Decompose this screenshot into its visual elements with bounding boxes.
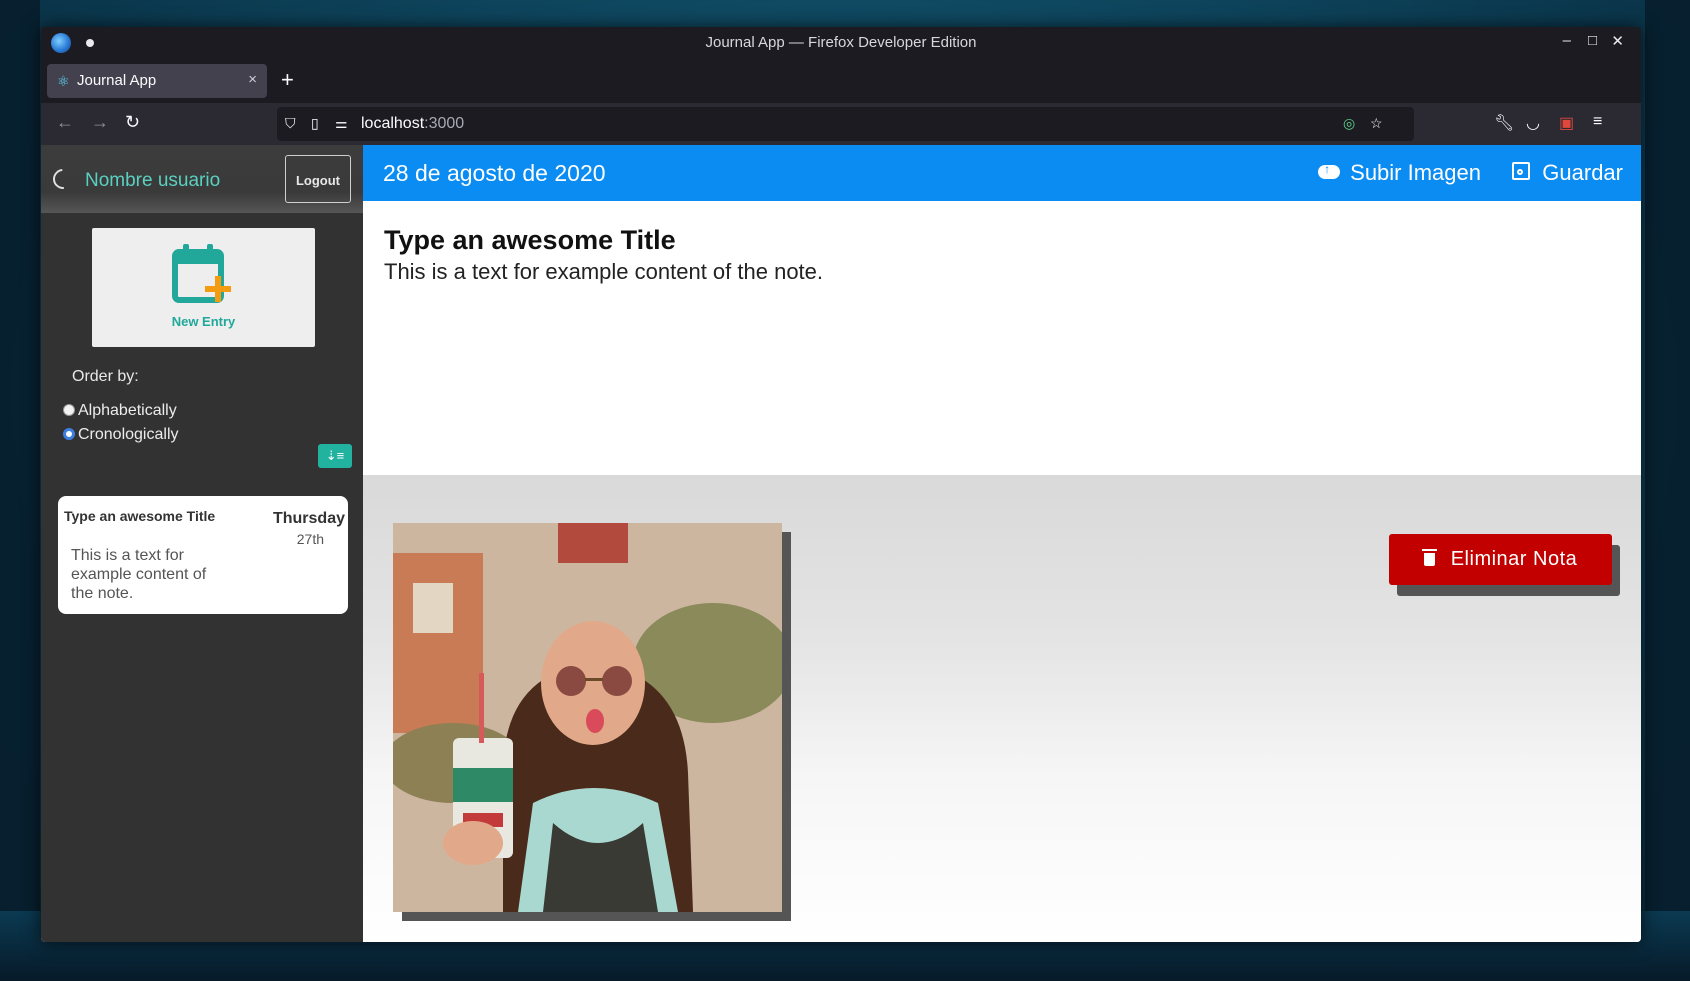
extension-target-icon[interactable]: ◎ [1343, 115, 1355, 132]
sidebar-header: Nombre usuario Logout [41, 145, 363, 213]
nav-bar: ← → ↻ ⛉ ▯ ⚌ localhost:3000 ◎ ☆ 🔧︎ ◡ ▣ ≡ [41, 103, 1641, 145]
radio-alphabetically[interactable]: Alphabetically [63, 402, 177, 420]
hamburger-menu-icon[interactable]: ≡ [1593, 113, 1602, 131]
background-tree-left [0, 0, 40, 981]
calendar-plus-icon [172, 244, 231, 303]
sort-icon: ⇣≡ [325, 448, 345, 463]
background-tree-right [1645, 0, 1690, 981]
cloud-upload-icon [1318, 162, 1341, 179]
extension-icon[interactable]: ▣ [1559, 113, 1574, 133]
entry-day: 27th [296, 531, 324, 547]
radio-label: Cronologically [78, 426, 179, 443]
pocket-icon[interactable]: ◡ [1526, 113, 1540, 133]
new-tab-button[interactable]: + [281, 67, 294, 93]
note-appbar: 28 de agosto de 2020 Subir Imagen Guarda… [363, 145, 1641, 201]
tab-journal-app[interactable]: ⚛ Journal App × [47, 64, 267, 98]
browser-window: Journal App — Firefox Developer Edition … [41, 27, 1641, 942]
username: Nombre usuario [85, 170, 221, 191]
journal-entry-card[interactable]: Type an awesome Title This is a text for… [58, 496, 348, 614]
photo-illustration [393, 523, 782, 912]
entry-day-name: Thursday [272, 510, 345, 527]
tab-label: Journal App [77, 72, 157, 89]
reload-icon[interactable]: ↻ [125, 112, 140, 133]
tab-close-icon[interactable]: × [248, 71, 257, 88]
sidebar: Nombre usuario Logout New Entry Order by… [41, 145, 363, 942]
upload-image-button[interactable]: Subir Imagen [1318, 160, 1481, 186]
logout-button[interactable]: Logout [285, 155, 351, 203]
radio-circle[interactable] [63, 404, 75, 416]
note-body-textarea[interactable]: This is a text for example content of th… [384, 259, 823, 285]
forward-arrow-icon[interactable]: → [91, 112, 109, 133]
sort-button[interactable]: ⇣≡ [318, 444, 352, 468]
tab-bar: ⚛ Journal App × + [41, 59, 1641, 103]
new-entry-button[interactable]: New Entry [92, 228, 315, 347]
note-date: 28 de agosto de 2020 [383, 160, 606, 186]
window-title: Journal App — Firefox Developer Edition [705, 34, 977, 51]
close-window-button[interactable]: ✕ [1611, 32, 1624, 50]
trash-icon [1421, 549, 1437, 566]
radio-cronologically[interactable]: Cronologically [63, 426, 179, 444]
back-arrow-icon[interactable]: ← [56, 112, 74, 133]
maximize-button[interactable]: □ [1588, 32, 1597, 49]
order-by-label: Order by: [72, 368, 139, 385]
radio-circle-selected[interactable] [63, 428, 75, 440]
url-bar[interactable]: ⛉ ▯ ⚌ localhost:3000 ◎ ☆ [277, 107, 1414, 141]
wrench-icon[interactable]: 🔧︎ [1494, 113, 1514, 133]
react-favicon-icon: ⚛ [57, 73, 70, 89]
save-button[interactable]: Guardar [1512, 160, 1623, 186]
page-icon[interactable]: ▯ [311, 115, 319, 132]
title-bar: Journal App — Firefox Developer Edition … [41, 27, 1641, 59]
floppy-disk-icon [1512, 162, 1531, 180]
note-image-area: Eliminar Nota [363, 475, 1641, 942]
entry-title: Type an awesome Title [64, 508, 216, 524]
bookmark-star-icon[interactable]: ☆ [1370, 115, 1383, 132]
entry-body: This is a text for example content of th… [71, 547, 207, 602]
page-viewport: Nombre usuario Logout New Entry Order by… [41, 145, 1641, 942]
save-label: Guardar [1542, 160, 1623, 185]
minimize-button[interactable]: – [1563, 32, 1571, 49]
radio-label: Alphabetically [78, 402, 177, 419]
delete-label: Eliminar Nota [1450, 548, 1578, 570]
note-view: 28 de agosto de 2020 Subir Imagen Guarda… [363, 145, 1641, 942]
note-title-input[interactable]: Type an awesome Title [384, 225, 676, 256]
note-image [393, 523, 782, 912]
url-text[interactable]: localhost:3000 [361, 115, 464, 133]
permissions-icon[interactable]: ⚌ [335, 115, 348, 132]
moon-icon [48, 164, 78, 194]
upload-label: Subir Imagen [1350, 160, 1481, 185]
delete-note-button[interactable]: Eliminar Nota [1389, 534, 1612, 585]
new-entry-label: New Entry [171, 314, 236, 329]
shield-icon[interactable]: ⛉ [285, 115, 296, 132]
